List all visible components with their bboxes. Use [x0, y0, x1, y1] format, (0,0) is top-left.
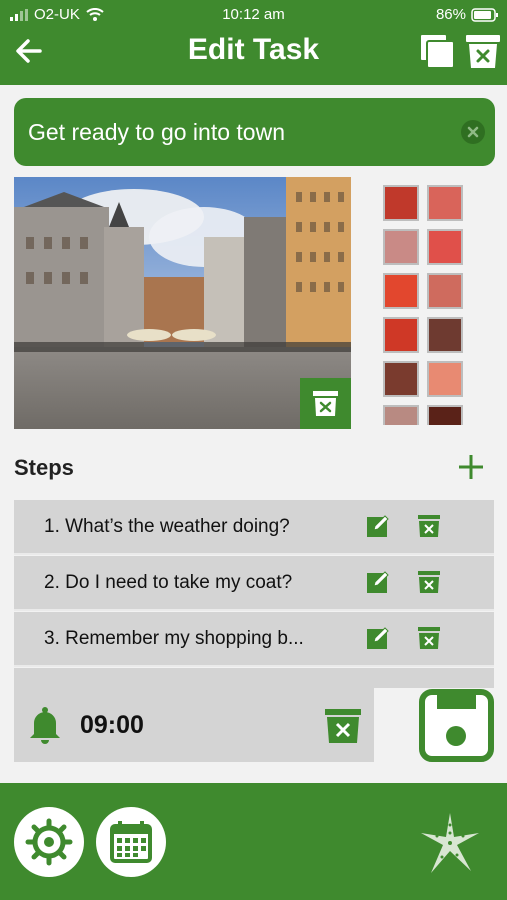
color-swatch[interactable] [427, 229, 463, 265]
color-swatch[interactable] [427, 273, 463, 309]
step-label: 1. What’s the weather doing? [44, 516, 290, 537]
color-swatch[interactable] [383, 361, 419, 397]
color-swatch[interactable] [383, 229, 419, 265]
status-right: 86% [436, 6, 499, 23]
settings-button[interactable] [14, 807, 84, 877]
step-label: 3. Remember my shopping b... [44, 628, 304, 649]
alarm-time[interactable]: 09:00 [80, 688, 144, 762]
delete-photo-button[interactable] [300, 378, 351, 429]
battery-icon [471, 7, 498, 22]
edit-icon[interactable] [366, 626, 390, 650]
delete-step-icon[interactable] [417, 570, 441, 594]
alarm-row[interactable]: 09:00 [14, 688, 374, 762]
color-swatch[interactable] [383, 317, 419, 353]
delete-photo-icon [313, 391, 338, 416]
battery-percent: 86% [435, 6, 466, 23]
steps-heading: Steps [14, 455, 74, 480]
edit-icon[interactable] [366, 570, 390, 594]
task-name-field[interactable]: Get ready to go into town [14, 98, 495, 166]
color-swatch[interactable] [383, 185, 419, 221]
color-swatch[interactable] [383, 273, 419, 309]
delete-step-icon[interactable] [417, 626, 441, 650]
task-name-text[interactable]: Get ready to go into town [28, 98, 285, 166]
delete-alarm-icon[interactable] [324, 708, 362, 744]
add-step-icon[interactable] [456, 452, 486, 482]
step-row[interactable]: 2. Do I need to take my coat? [14, 556, 494, 611]
edit-icon[interactable] [366, 514, 390, 538]
clear-text-icon[interactable] [461, 120, 485, 144]
color-swatch[interactable] [383, 405, 419, 425]
bell-icon [30, 707, 60, 744]
starfish-logo-icon [421, 813, 479, 873]
status-time: 10:12 am [222, 6, 285, 23]
delete-task-icon[interactable] [465, 32, 501, 70]
app-header: Edit Task [0, 30, 507, 85]
calendar-icon [110, 821, 152, 863]
color-swatch[interactable] [427, 361, 463, 397]
calendar-button[interactable] [96, 807, 166, 877]
duplicate-icon[interactable] [417, 32, 457, 70]
color-swatch[interactable] [427, 405, 463, 425]
color-swatch[interactable] [427, 317, 463, 353]
save-icon[interactable] [419, 689, 494, 762]
settings-gear-icon [25, 818, 73, 866]
step-label: 2. Do I need to take my coat? [44, 572, 293, 593]
bottom-toolbar [0, 783, 507, 900]
delete-step-icon[interactable] [417, 514, 441, 538]
step-row-partial[interactable] [14, 668, 494, 688]
task-photo[interactable] [14, 177, 351, 429]
status-bar: O2-UK 10:12 am 86% [0, 0, 507, 30]
step-row[interactable]: 3. Remember my shopping b... [14, 612, 494, 667]
step-row[interactable]: 1. What’s the weather doing? [14, 500, 494, 555]
color-swatch[interactable] [427, 185, 463, 221]
